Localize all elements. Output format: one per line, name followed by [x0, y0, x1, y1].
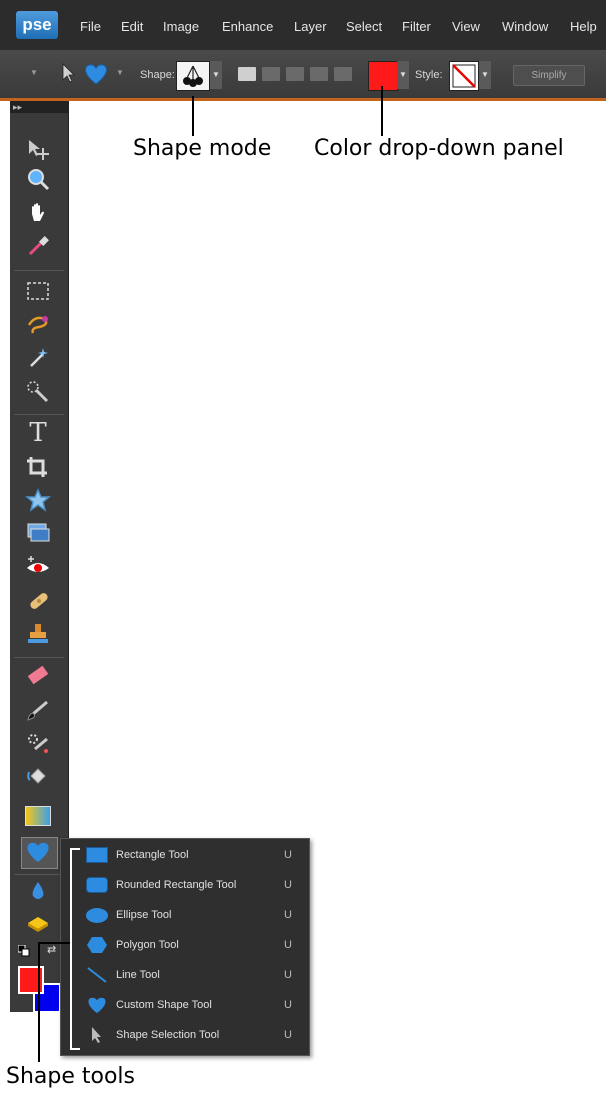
shape-selection-tool-item[interactable]: Shape Selection Tool U — [86, 1022, 302, 1048]
hand-tool-icon[interactable] — [22, 200, 54, 226]
paint-bucket-tool-icon[interactable] — [22, 763, 54, 789]
eraser-tool-icon[interactable] — [22, 662, 54, 688]
default-colors-icon[interactable] — [18, 945, 30, 957]
line-icon — [86, 966, 108, 984]
menu-edit[interactable]: Edit — [121, 19, 143, 34]
ellipse-icon — [86, 906, 108, 924]
type-tool-icon[interactable]: T — [22, 418, 54, 448]
recompose-tool-icon[interactable] — [22, 520, 54, 546]
menu-filter[interactable]: Filter — [402, 19, 431, 34]
shape-mode-leader-line — [192, 96, 194, 136]
color-chevron-down-icon[interactable]: ▼ — [397, 61, 409, 89]
menu-bar: pse File Edit Image Enhance Layer Select… — [0, 0, 606, 50]
foreground-color-swatch[interactable] — [18, 966, 44, 994]
sponge-tool-icon[interactable] — [22, 910, 54, 936]
menu-image[interactable]: Image — [163, 19, 199, 34]
subtract-shape-area-icon[interactable] — [286, 67, 304, 81]
no-style-icon — [452, 64, 476, 88]
polygon-tool-item[interactable]: Polygon Tool U — [86, 932, 302, 958]
exclude-overlapping-areas-icon[interactable] — [334, 67, 352, 81]
rectangle-tool-item[interactable]: Rectangle Tool U — [86, 842, 302, 868]
menu-view[interactable]: View — [452, 19, 480, 34]
style-label: Style: — [415, 69, 443, 81]
menu-layer[interactable]: Layer — [294, 19, 327, 34]
shape-tools-leader-vertical — [38, 942, 40, 1062]
ellipse-tool-item[interactable]: Ellipse Tool U — [86, 902, 302, 928]
menu-help[interactable]: Help — [570, 19, 597, 34]
menu-enhance[interactable]: Enhance — [222, 19, 273, 34]
arrow-selection-icon — [86, 1026, 108, 1044]
quick-selection-tool-icon[interactable] — [22, 378, 54, 404]
style-chevron-down-icon[interactable]: ▼ — [479, 61, 491, 89]
menu-window[interactable]: Window — [502, 19, 548, 34]
clone-stamp-tool-icon[interactable] — [22, 621, 54, 647]
cookie-cutter-tool-icon[interactable] — [22, 487, 54, 513]
create-new-shape-layer-icon[interactable] — [238, 67, 256, 81]
custom-shape-tool-icon[interactable] — [22, 839, 54, 865]
marquee-tool-icon[interactable] — [22, 278, 54, 304]
eyedropper-tool-icon[interactable] — [22, 233, 54, 259]
toolbox-collapse-icon[interactable]: ▸▸ — [10, 101, 68, 113]
rounded-rectangle-tool-item[interactable]: Rounded Rectangle Tool U — [86, 872, 302, 898]
color-swatch[interactable] — [368, 61, 398, 91]
intersect-shape-areas-icon[interactable] — [310, 67, 328, 81]
magic-wand-tool-icon[interactable] — [22, 345, 54, 371]
rounded-rectangle-icon — [86, 876, 108, 894]
move-tool-icon[interactable] — [22, 137, 54, 163]
tool-separator — [14, 414, 64, 415]
custom-shape-tool-item[interactable]: Custom Shape Tool U — [86, 992, 302, 1018]
shape-tools-bracket — [70, 848, 80, 1050]
tool-preset-chevron-down-icon[interactable]: ▼ — [30, 68, 38, 77]
tool-separator — [14, 657, 64, 658]
gradient-tool-icon[interactable] — [22, 803, 54, 829]
polygon-icon — [86, 936, 108, 954]
add-to-shape-area-icon[interactable] — [262, 67, 280, 81]
simplify-button[interactable]: Simplify — [513, 65, 585, 86]
red-eye-tool-icon[interactable] — [22, 553, 54, 579]
smart-brush-tool-icon[interactable] — [22, 730, 54, 756]
blur-tool-icon[interactable] — [22, 879, 54, 905]
style-picker[interactable] — [449, 61, 479, 91]
zoom-tool-icon[interactable] — [22, 166, 54, 192]
brush-tool-icon[interactable] — [22, 697, 54, 723]
shape-picker[interactable] — [176, 61, 210, 91]
swap-colors-icon[interactable]: ⇄ — [47, 943, 56, 956]
shape-tools-leader-horizontal — [38, 942, 70, 944]
rectangle-icon — [86, 846, 108, 864]
menu-file[interactable]: File — [80, 19, 101, 34]
app-logo: pse — [16, 11, 58, 39]
heart-icon — [86, 996, 108, 1014]
shape-mode-callout: Shape mode — [133, 136, 272, 161]
lasso-tool-icon[interactable] — [22, 312, 54, 338]
shape-tools-callout: Shape tools — [6, 1064, 136, 1089]
spot-healing-tool-icon[interactable] — [22, 588, 54, 614]
arrow-selection-icon[interactable] — [60, 62, 76, 84]
tool-separator — [14, 874, 64, 875]
line-tool-item[interactable]: Line Tool U — [86, 962, 302, 988]
color-panel-callout: Color drop-down panel — [314, 136, 564, 161]
tool-separator — [14, 270, 64, 271]
cherries-shape-icon — [183, 65, 203, 87]
shape-picker-chevron-down-icon[interactable]: ▼ — [210, 61, 222, 89]
crop-tool-icon[interactable] — [22, 454, 54, 480]
color-panel-leader-line — [381, 86, 383, 136]
menu-select[interactable]: Select — [346, 19, 382, 34]
shape-label: Shape: — [140, 69, 175, 81]
heart-shape-icon[interactable] — [82, 62, 110, 86]
shape-chevron-down-icon[interactable]: ▼ — [116, 68, 124, 77]
